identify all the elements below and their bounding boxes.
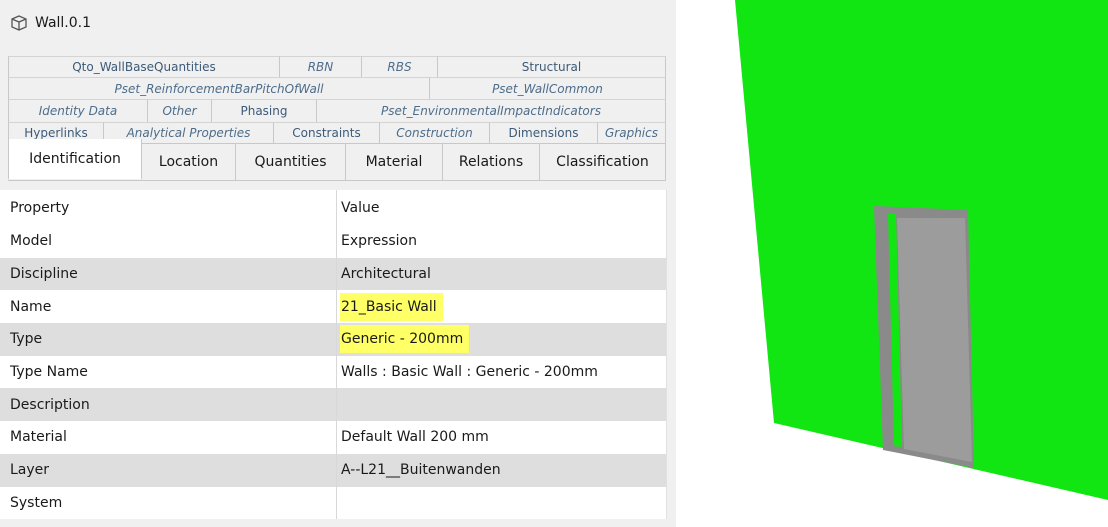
properties-panel: Wall.0.1 Qto_WallBaseQuantities RBN RBS … xyxy=(0,0,676,527)
tab-graphics[interactable]: Graphics xyxy=(598,122,666,143)
property-value: Architectural xyxy=(341,266,431,283)
tab-relations[interactable]: Relations xyxy=(443,143,540,180)
value-column-header[interactable]: Value xyxy=(337,190,665,225)
tab-qto-wallbasequantities[interactable]: Qto_WallBaseQuantities xyxy=(8,56,280,77)
property-grid: Property Value Model Expression Discipli… xyxy=(0,190,667,520)
property-name: Discipline xyxy=(0,257,337,291)
table-row[interactable]: System xyxy=(0,486,666,520)
tab-classification[interactable]: Classification xyxy=(540,143,666,180)
property-value: A--L21__Buitenwanden xyxy=(341,462,501,479)
tab-construction[interactable]: Construction xyxy=(380,122,490,143)
table-row[interactable]: Name 21_Basic Wall xyxy=(0,290,666,324)
tab-row-2: Pset_ReinforcementBarPitchOfWall Pset_Wa… xyxy=(8,77,666,99)
table-row[interactable]: Layer A--L21__Buitenwanden xyxy=(0,453,666,487)
tab-identification[interactable]: Identification xyxy=(8,139,142,179)
property-name: Model xyxy=(0,225,337,258)
property-value: Expression xyxy=(341,233,417,250)
3d-viewport[interactable] xyxy=(676,0,1108,527)
property-name: Layer xyxy=(0,453,337,487)
table-row[interactable]: Type Name Walls : Basic Wall : Generic -… xyxy=(0,355,666,389)
property-value: Default Wall 200 mm xyxy=(341,429,489,446)
grid-header: Property Value xyxy=(0,190,666,225)
title-bar: Wall.0.1 xyxy=(0,0,676,46)
property-name: Type Name xyxy=(0,355,337,389)
tab-rbs[interactable]: RBS xyxy=(362,56,438,77)
table-row[interactable]: Discipline Architectural xyxy=(0,257,666,291)
property-column-header[interactable]: Property xyxy=(0,190,337,225)
tab-other[interactable]: Other xyxy=(148,99,212,122)
tab-structural[interactable]: Structural xyxy=(438,56,666,77)
tab-pset-wallcommon[interactable]: Pset_WallCommon xyxy=(430,77,666,99)
tab-material[interactable]: Material xyxy=(346,143,443,180)
tab-quantities[interactable]: Quantities xyxy=(236,143,346,180)
tab-row-5: Identification Location Quantities Mater… xyxy=(8,139,666,181)
cube-outline-icon xyxy=(9,13,29,33)
property-value xyxy=(337,388,665,421)
tab-phasing[interactable]: Phasing xyxy=(212,99,317,122)
tab-location[interactable]: Location xyxy=(142,143,236,180)
tab-pset-reinforcementbarpitchofwall[interactable]: Pset_ReinforcementBarPitchOfWall xyxy=(8,77,430,99)
table-row[interactable]: Material Default Wall 200 mm xyxy=(0,421,666,454)
table-row[interactable]: Description xyxy=(0,388,666,422)
tab-constraints[interactable]: Constraints xyxy=(274,122,380,143)
tab-row-3: Identity Data Other Phasing Pset_Environ… xyxy=(8,99,666,122)
table-row[interactable]: Model Expression xyxy=(0,225,666,258)
property-value-cell: 21_Basic Wall xyxy=(337,290,665,323)
object-title: Wall.0.1 xyxy=(35,15,92,31)
table-row[interactable]: Type Generic - 200mm xyxy=(0,323,666,356)
tab-row-1: Qto_WallBaseQuantities RBN RBS Structura… xyxy=(8,56,666,77)
property-name: Description xyxy=(0,388,337,422)
property-name: Type xyxy=(0,323,337,356)
tab-rbn[interactable]: RBN xyxy=(280,56,362,77)
property-name: System xyxy=(0,486,337,520)
property-value-cell: Generic - 200mm xyxy=(337,323,665,356)
3d-scene xyxy=(735,0,1108,500)
tab-identity-data[interactable]: Identity Data xyxy=(8,99,148,122)
property-name: Material xyxy=(0,421,337,454)
property-value xyxy=(337,487,665,520)
highlighted-value: 21_Basic Wall xyxy=(340,292,443,321)
door-panel[interactable] xyxy=(897,218,972,462)
tab-dimensions[interactable]: Dimensions xyxy=(490,122,598,143)
property-value: Walls : Basic Wall : Generic - 200mm xyxy=(341,364,598,381)
highlighted-value: Generic - 200mm xyxy=(340,325,470,354)
property-name: Name xyxy=(0,290,337,324)
tab-pset-environmentalimpactindicators[interactable]: Pset_EnvironmentalImpactIndicators xyxy=(317,99,666,122)
